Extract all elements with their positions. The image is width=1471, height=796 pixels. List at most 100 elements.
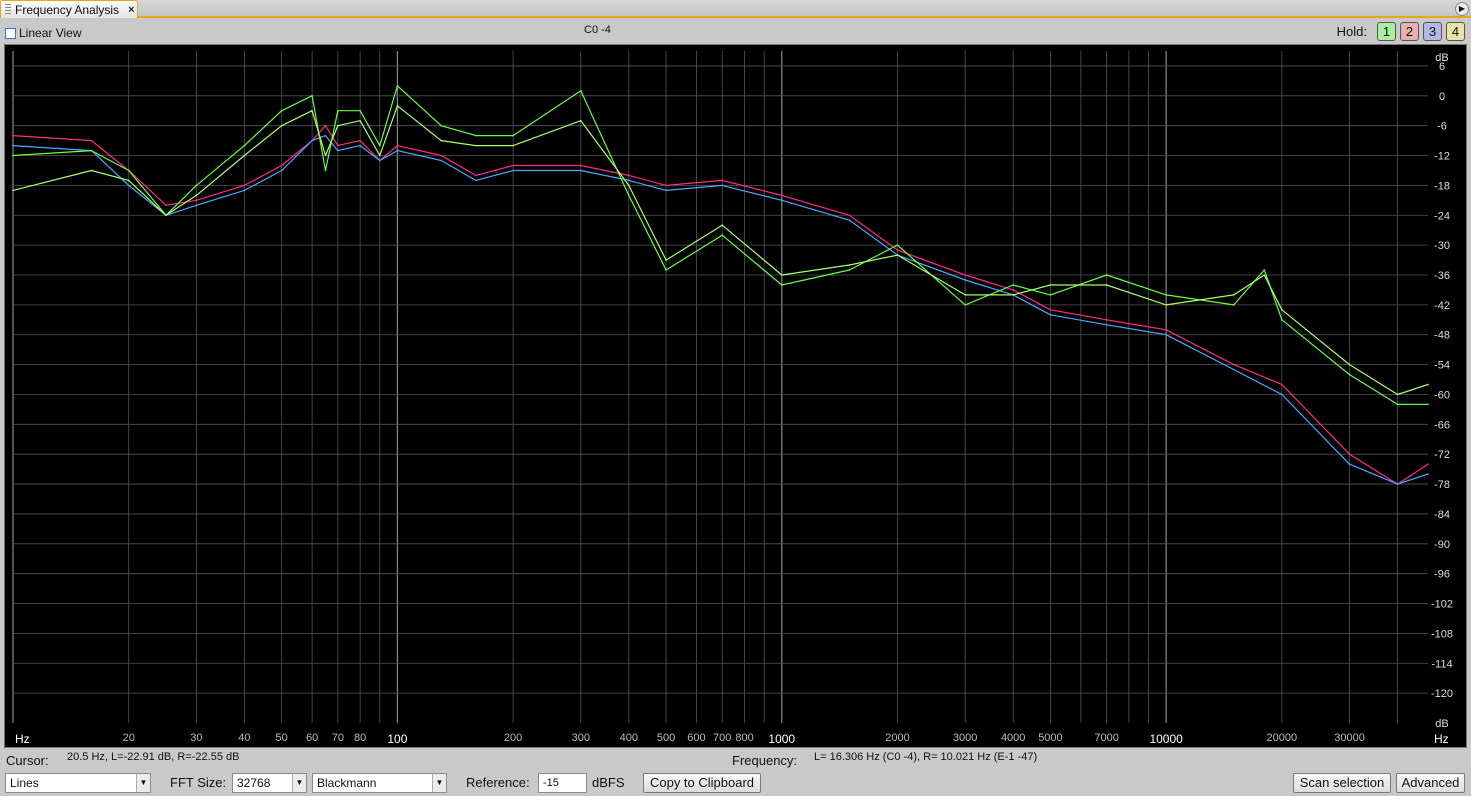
spectrum-data-point: [324, 169, 327, 172]
spectrum-data-point: [1105, 284, 1108, 286]
x-tick-label: 300: [572, 732, 590, 744]
spectrum-data-point: [195, 204, 198, 207]
spectrum-data-point: [165, 214, 167, 217]
spectrum-data-point: [628, 194, 630, 197]
spectrum-data-point: [579, 164, 582, 167]
tab-frequency-analysis[interactable]: Frequency Analysis ×: [0, 0, 138, 18]
frequency-label: Frequency:: [732, 753, 798, 768]
spectrum-data-point: [1105, 323, 1108, 326]
x-tick-label: 60: [306, 732, 318, 744]
spectrum-data-point: [396, 85, 399, 87]
spectrum-data-point: [396, 144, 399, 147]
fft-size-select[interactable]: 32768 ▼: [232, 773, 307, 793]
spectrum-data-point: [665, 184, 667, 187]
spectrum-data-point: [440, 139, 442, 142]
spectrum-data-point: [1281, 393, 1283, 396]
hold-button-3[interactable]: 3: [1423, 22, 1442, 41]
spectrum-data-point: [280, 164, 283, 167]
spectrum-data-point: [512, 169, 514, 172]
spectrum-data-point: [440, 154, 442, 157]
spectrum-data-point: [512, 164, 514, 167]
y-tick-label: -66: [1434, 419, 1450, 431]
spectrum-data-point: [780, 274, 783, 276]
x-tick-label: 30: [190, 732, 202, 744]
grip-icon[interactable]: [5, 4, 11, 15]
spectrum-data-point: [1427, 463, 1429, 465]
hold-button-4[interactable]: 4: [1446, 22, 1465, 41]
spectrum-data-point: [964, 294, 966, 296]
x-tick-label: 3000: [953, 732, 977, 744]
cursor-label: Cursor:: [6, 753, 49, 768]
panel-menu-icon[interactable]: ▶: [1455, 2, 1469, 16]
spectrum-data-point: [440, 124, 442, 127]
spectrum-data-point: [1165, 294, 1167, 296]
scan-selection-button[interactable]: Scan selection: [1293, 773, 1391, 793]
top-toolbar: Linear View C0 -4 Hold: 1 2 3 4: [0, 20, 1471, 44]
spectrum-data-point: [90, 169, 93, 172]
spectrum-chart[interactable]: 60 -6 -12 -18 -24 -30 -36 -42 -48 -54 -60 -66 -72 -78…: [5, 45, 1466, 747]
spectrum-data-point: [440, 159, 442, 162]
hold-button-1[interactable]: 1: [1377, 22, 1396, 41]
note-readout: C0 -4: [584, 24, 611, 36]
spectrum-data-point: [721, 234, 724, 236]
spectrum-data-point: [848, 264, 851, 266]
copy-to-clipboard-button[interactable]: Copy to Clipboard: [643, 773, 761, 793]
chevron-down-icon[interactable]: ▼: [136, 774, 150, 792]
spectrum-data-point: [1049, 314, 1052, 316]
x-tick-label: 700: [713, 732, 731, 744]
spectrum-data-point: [311, 95, 313, 97]
spectrum-data-point: [359, 139, 361, 142]
spectrum-data-point: [243, 144, 246, 147]
close-icon[interactable]: ×: [128, 4, 134, 16]
spectrum-data-point: [1281, 383, 1283, 386]
spectrum-data-point: [280, 169, 283, 172]
x-tick-label: 600: [687, 732, 705, 744]
linear-view-checkbox[interactable]: [5, 27, 16, 39]
x-tick-label: 500: [657, 732, 675, 744]
spectrum-data-point: [512, 134, 514, 137]
spectrum-data-point: [337, 109, 339, 112]
spectrum-data-point: [896, 244, 899, 246]
spectrum-series-line: [12, 105, 1429, 396]
spectrum-data-point: [1348, 463, 1351, 465]
y-tick-label: 0: [1439, 91, 1445, 103]
chevron-down-icon[interactable]: ▼: [432, 774, 446, 792]
spectrum-data-point: [848, 219, 851, 222]
x-tick-label-major: 10000: [1149, 732, 1183, 746]
display-mode-select[interactable]: Lines ▼: [5, 773, 151, 793]
spectrum-data-point: [721, 184, 724, 187]
window-function-select[interactable]: Blackmann ▼: [312, 773, 447, 793]
advanced-button[interactable]: Advanced: [1396, 773, 1465, 793]
spectrum-data-point: [628, 174, 630, 177]
spectrum-data-point: [1396, 403, 1399, 406]
linear-view-toggle[interactable]: Linear View: [5, 26, 81, 40]
reference-input[interactable]: -15: [538, 773, 587, 793]
spectrum-data-point: [665, 189, 667, 192]
spectrum-data-point: [721, 179, 724, 182]
y-tick-label: -42: [1434, 300, 1450, 312]
y-tick-label: -90: [1434, 539, 1450, 551]
x-tick-label: 50: [276, 732, 288, 744]
chevron-down-icon[interactable]: ▼: [292, 774, 306, 792]
spectrum-data-point: [1165, 328, 1167, 331]
y-tick-label: -60: [1434, 389, 1450, 401]
spectrum-data-point: [1281, 309, 1283, 311]
linear-view-label: Linear View: [19, 26, 82, 40]
spectrum-data-point: [1012, 294, 1014, 296]
frequency-readout: L= 16.306 Hz (C0 -4), R= 10.021 Hz (E-1 …: [814, 751, 1038, 763]
spectrum-data-point: [127, 179, 130, 182]
tab-strip: Frequency Analysis × ▶: [0, 0, 1471, 18]
spectrum-data-point: [243, 184, 246, 187]
spectrum-data-point: [665, 269, 667, 271]
y-tick-label: -54: [1434, 360, 1450, 372]
x-tick-label: 4000: [1001, 732, 1025, 744]
y-unit-label-bottom: dB: [1435, 718, 1448, 730]
spectrum-data-point: [324, 134, 327, 137]
y-tick-label: -108: [1431, 628, 1453, 640]
spectrum-data-point: [1348, 373, 1351, 376]
spectrum-data-point: [127, 169, 130, 172]
spectrum-data-point: [127, 184, 130, 187]
y-tick-label: -24: [1434, 210, 1450, 222]
spectrum-plot-area[interactable]: 6 0 -6 -12 -18 -24 -30 -36 -42 -48 -54 -60 -66 -72 -78…: [4, 44, 1467, 748]
hold-button-2[interactable]: 2: [1400, 22, 1419, 41]
